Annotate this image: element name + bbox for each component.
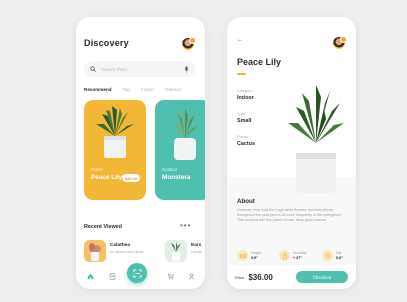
stat-value: 5.8" — [336, 256, 343, 260]
price-label: Price : — [235, 274, 247, 280]
prop-label: Plants — [237, 135, 248, 139]
recent-subtitle: It's spines don't grow — [110, 250, 144, 254]
cart-icon — [167, 273, 174, 279]
prop-category: Category Indoor — [237, 89, 254, 101]
recent-name: Calathea — [110, 243, 130, 248]
stat-value: 9.5" — [251, 256, 258, 260]
card-name: Monstera — [162, 174, 191, 181]
card-category: Indoor — [91, 167, 103, 172]
about-title: About — [237, 198, 255, 205]
recent-name: Ears — [191, 243, 202, 248]
stat-label: Dia — [336, 251, 342, 255]
recent-subtitle: Locate — [191, 250, 202, 254]
plant-thumbnail — [84, 240, 106, 262]
checkout-button[interactable]: Checkout — [296, 271, 348, 283]
card-name: Peace Lily — [91, 174, 123, 181]
nav-profile[interactable] — [183, 272, 199, 280]
search-input[interactable]: Search Plant — [84, 61, 195, 77]
category-tabs: Recommend Top Indoor Outdoor — [84, 87, 205, 92]
plant-thumbnail — [165, 240, 187, 262]
home-icon — [87, 273, 93, 279]
list-item[interactable]: Calathea It's spines don't grow — [84, 240, 143, 262]
more-options-icon[interactable]: ••• — [180, 221, 191, 230]
featured-card-peace-lily[interactable]: Indoor Peace Lily $36.00 — [84, 100, 146, 200]
search-icon — [90, 66, 96, 72]
stat-height: Height 9.5" — [237, 250, 261, 261]
discovery-screen: Discovery Search Plant Recommend Top Ind… — [76, 17, 205, 289]
title-underline — [237, 73, 246, 75]
nav-cart[interactable] — [162, 273, 178, 280]
diameter-icon — [322, 250, 333, 261]
plant-hero-image — [288, 85, 344, 193]
notes-icon — [109, 272, 115, 280]
prop-value: Small — [237, 117, 252, 124]
mic-icon[interactable] — [184, 65, 189, 73]
nav-notes[interactable] — [104, 272, 120, 280]
stat-value: + 37° — [293, 256, 302, 260]
humidity-icon — [279, 250, 290, 261]
prop-value: Indoor — [237, 94, 254, 101]
nav-home[interactable] — [82, 273, 98, 280]
stat-humidity: Humidity + 37° — [279, 250, 307, 261]
prop-value: Cactus — [237, 140, 255, 147]
prop-label: Type — [237, 112, 246, 116]
ruler-icon — [237, 250, 248, 261]
plant-title: Peace Lily — [237, 57, 282, 67]
section-title-recent: Recent Viewed — [84, 224, 122, 230]
prop-type: Type Small — [237, 112, 251, 124]
prop-plants: Plants Cactus — [237, 135, 255, 147]
page-title: Discovery — [84, 38, 129, 48]
back-arrow-icon[interactable]: ← — [237, 37, 243, 43]
avatar[interactable] — [333, 36, 347, 49]
search-placeholder: Search Plant — [101, 66, 127, 72]
tab-top[interactable]: Top — [123, 87, 130, 92]
price-value: $36.00 — [248, 272, 273, 282]
tab-outdoor[interactable]: Outdoor — [165, 87, 182, 92]
checkout-bar: Price : $36.00 Checkout — [227, 265, 356, 289]
list-item[interactable]: Ears Locate — [165, 240, 202, 262]
stat-label: Height — [251, 251, 262, 255]
plant-image — [173, 108, 198, 160]
user-icon — [188, 272, 194, 280]
card-category: Outdoor — [162, 167, 178, 172]
tab-indoor[interactable]: Indoor — [141, 87, 154, 92]
card-price-badge: $36.00 — [122, 174, 140, 182]
bottom-nav — [76, 263, 205, 289]
stat-label: Humidity — [293, 251, 307, 255]
prop-label: Category — [237, 89, 253, 93]
stat-diameter: Dia 5.8" — [322, 250, 343, 261]
avatar[interactable] — [182, 37, 196, 50]
tab-recommend[interactable]: Recommend — [84, 87, 112, 92]
featured-card-monstera[interactable]: Outdoor Monstera — [155, 100, 205, 200]
plant-image — [96, 106, 134, 158]
about-description: However, they hold the huge white flower… — [237, 208, 343, 223]
plant-detail-screen: ← Peace Lily Category Indoor Type Small … — [227, 17, 356, 289]
